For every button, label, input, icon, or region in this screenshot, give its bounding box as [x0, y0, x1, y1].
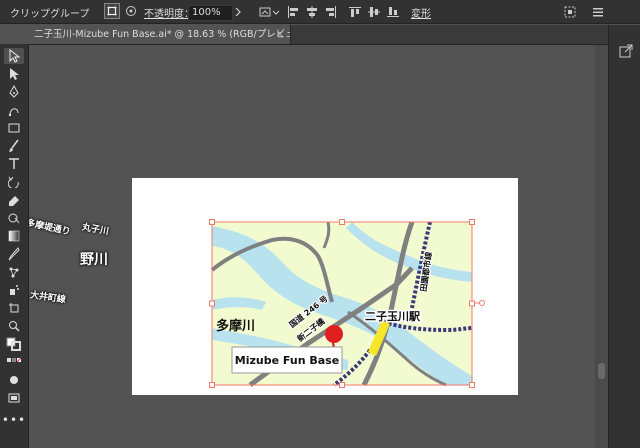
right-panel-dock — [608, 25, 640, 448]
gradient-icon — [8, 230, 20, 242]
artboard[interactable]: Mizube Fun Base 多摩川 二子玉川駅 国道 246 号 新二子橋 … — [132, 178, 518, 395]
map-artwork[interactable]: Mizube Fun Base 多摩川 二子玉川駅 国道 246 号 新二子橋 … — [132, 178, 518, 395]
more-options-icon[interactable] — [590, 4, 606, 20]
align-top-icon[interactable] — [348, 4, 362, 20]
artboard-icon — [9, 303, 19, 313]
screen-mode-icon — [8, 393, 20, 403]
edit-toolbar-icon[interactable]: ••• — [2, 412, 25, 428]
transform-link[interactable]: 変形 — [411, 5, 431, 20]
none-color-icon — [7, 357, 22, 363]
curvature-tool[interactable] — [4, 102, 24, 118]
align-center-icon[interactable] — [305, 4, 319, 20]
document-tab-bar: 二子玉川-Mizube Fun Base.ai* @ 18.63 % (RGB/… — [28, 25, 608, 45]
shape-builder-icon — [8, 213, 20, 224]
gradient-tool[interactable] — [4, 228, 24, 244]
type-tool[interactable] — [4, 156, 24, 172]
selection-type-label: クリップグループ — [10, 9, 90, 20]
pen-icon — [9, 85, 19, 98]
recolor-artwork-icon[interactable] — [258, 4, 280, 20]
document-tab[interactable]: 二子玉川-Mizube Fun Base.ai* @ 18.63 % (RGB/… — [28, 25, 291, 44]
artboard-tool[interactable] — [4, 300, 24, 316]
draw-normal-icon — [10, 376, 18, 384]
color-mode-buttons[interactable] — [4, 354, 24, 370]
rectangle-tool[interactable] — [4, 120, 24, 136]
type-icon — [9, 158, 19, 169]
scroll-thumb[interactable] — [598, 363, 605, 379]
curvature-pen-icon — [8, 108, 19, 117]
pen-tool[interactable] — [4, 84, 24, 100]
rotate-tool[interactable] — [4, 174, 24, 190]
location-marker-icon — [325, 325, 343, 343]
align-right-icon[interactable] — [324, 4, 338, 20]
selection-tool[interactable] — [4, 48, 24, 64]
edit-clipping-path-icon[interactable] — [104, 3, 120, 19]
label-tamagawa: 多摩川 — [216, 318, 255, 334]
tools-panel: ••• — [0, 44, 29, 448]
puppet-warp-tool[interactable] — [4, 264, 24, 280]
align-bottom-icon[interactable] — [386, 4, 400, 20]
align-left-icon[interactable] — [286, 4, 300, 20]
paintbrush-tool[interactable] — [4, 138, 24, 154]
drawing-mode-tool[interactable] — [4, 372, 24, 388]
eraser-tool[interactable] — [4, 192, 24, 208]
rectangle-icon — [8, 123, 20, 133]
close-icon[interactable]: × — [276, 25, 284, 44]
label-station: 二子玉川駅 — [365, 310, 420, 323]
fill-stroke-swatches[interactable] — [4, 336, 24, 352]
document-tab-title: 二子玉川-Mizube Fun Base.ai* @ 18.63 % (RGB/… — [34, 29, 291, 40]
screen-mode-tool[interactable] — [4, 390, 24, 406]
expand-panels-icon[interactable] — [618, 43, 634, 59]
chevron-right-icon[interactable] — [232, 5, 244, 19]
direct-selection-tool[interactable] — [4, 66, 24, 82]
selection-arrow-icon — [9, 49, 20, 63]
symbol-sprayer-icon — [10, 285, 19, 295]
isolate-icon[interactable] — [562, 4, 578, 20]
eraser-icon — [9, 196, 19, 206]
opacity-input[interactable]: 100% — [188, 5, 233, 21]
rotate-icon — [8, 176, 19, 188]
align-middle-icon[interactable] — [367, 4, 381, 20]
control-bar: クリップグループ 不透明度： 100% 変形 — [0, 0, 640, 24]
opacity-label: 不透明度： — [144, 9, 194, 20]
puppet-warp-icon — [9, 267, 19, 278]
fill-stroke-icon — [6, 337, 21, 351]
shape-builder-tool[interactable] — [4, 210, 24, 226]
eyedropper-tool[interactable] — [4, 246, 24, 262]
eyedropper-icon — [8, 247, 20, 261]
symbol-sprayer-tool[interactable] — [4, 282, 24, 298]
zoom-tool[interactable] — [4, 318, 24, 334]
vertical-scrollbar[interactable] — [595, 45, 608, 448]
direct-selection-icon — [10, 68, 19, 80]
edit-contents-icon[interactable] — [124, 4, 138, 18]
pasteboard-label-noge[interactable]: 野川 — [80, 249, 108, 269]
paintbrush-icon — [9, 139, 19, 152]
marker-label-text: Mizube Fun Base — [235, 354, 339, 367]
zoom-icon — [9, 321, 20, 332]
